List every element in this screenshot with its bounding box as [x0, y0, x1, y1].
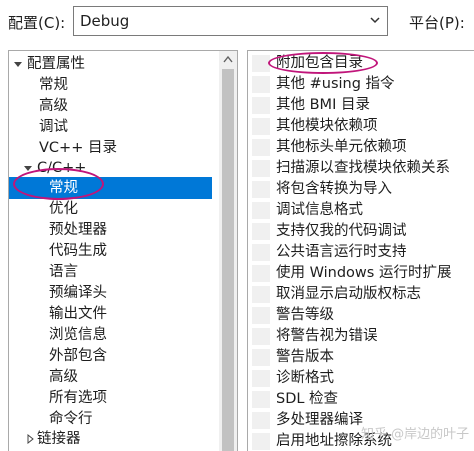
tree-item-vcpp-directories[interactable]: VC++ 目录: [9, 137, 212, 159]
property-row[interactable]: 警告等级: [248, 305, 474, 326]
property-row[interactable]: 调试信息格式: [248, 200, 474, 221]
tree-item-advanced[interactable]: 高级: [9, 95, 212, 117]
property-row[interactable]: 将警告视为错误: [248, 326, 474, 347]
property-row[interactable]: 其他模块依赖项: [248, 116, 474, 137]
collapsed-triangle-icon[interactable]: [25, 434, 35, 444]
tree-item-external-includes[interactable]: 外部包含: [9, 345, 212, 367]
property-row[interactable]: 诊断格式: [248, 368, 474, 389]
tree-scrollbar[interactable]: [219, 51, 237, 451]
annotation-oval-tree: [13, 168, 104, 200]
tree-item-general[interactable]: 常规: [9, 74, 212, 96]
property-row[interactable]: 其他标头单元依赖项: [248, 137, 474, 158]
property-tree: 配置属性 常规 高级 调试 VC++ 目录 C/C++ 常规 优化 预处理器 代…: [8, 50, 238, 451]
tree-item-language[interactable]: 语言: [9, 261, 212, 283]
tree-item-browse-information[interactable]: 浏览信息: [9, 324, 212, 346]
config-dropdown[interactable]: Debug: [73, 6, 388, 36]
tree-item-precompiled-headers[interactable]: 预编译头: [9, 282, 212, 304]
config-label: 配置(C):: [8, 14, 66, 32]
tree-item-command-line[interactable]: 命令行: [9, 408, 212, 430]
property-row[interactable]: 其他 #using 指令: [248, 74, 474, 95]
tree-item-code-generation[interactable]: 代码生成: [9, 240, 212, 262]
property-row[interactable]: 将包含转换为导入: [248, 179, 474, 200]
property-row[interactable]: SDL 检查: [248, 389, 474, 410]
tree-item-preprocessor[interactable]: 预处理器: [9, 219, 212, 241]
config-value: Debug: [80, 12, 130, 30]
platform-label: 平台(P):: [409, 14, 465, 32]
tree-item-linker[interactable]: 链接器: [9, 428, 212, 450]
expand-triangle-icon[interactable]: [13, 59, 23, 69]
property-row[interactable]: 扫描源以查找模块依赖关系: [248, 158, 474, 179]
chevron-down-icon: [370, 17, 380, 24]
configuration-toolbar: 配置(C): Debug 平台(P):: [0, 0, 474, 45]
property-grid: 附加包含目录 其他 #using 指令 其他 BMI 目录 其他模块依赖项 其他…: [247, 50, 474, 451]
tree-item-cpp-advanced[interactable]: 高级: [9, 366, 212, 388]
annotation-oval-property: [268, 52, 378, 74]
tree-item-debugging[interactable]: 调试: [9, 116, 212, 138]
scroll-up-arrow-icon[interactable]: [223, 55, 233, 63]
tree-item-optimization[interactable]: 优化: [9, 198, 212, 220]
tree-item-config-properties[interactable]: 配置属性: [9, 53, 212, 75]
property-row[interactable]: 其他 BMI 目录: [248, 95, 474, 116]
property-row[interactable]: 使用 Windows 运行时扩展: [248, 263, 474, 284]
tree-item-output-files[interactable]: 输出文件: [9, 303, 212, 325]
property-row[interactable]: 警告版本: [248, 347, 474, 368]
property-row[interactable]: 公共语言运行时支持: [248, 242, 474, 263]
property-row[interactable]: 取消显示启动版权标志: [248, 284, 474, 305]
scroll-thumb[interactable]: [222, 69, 234, 451]
tree-item-all-options[interactable]: 所有选项: [9, 387, 212, 409]
property-row[interactable]: 支持仅我的代码调试: [248, 221, 474, 242]
watermark: 知乎 @岸边的叶子: [361, 427, 470, 442]
